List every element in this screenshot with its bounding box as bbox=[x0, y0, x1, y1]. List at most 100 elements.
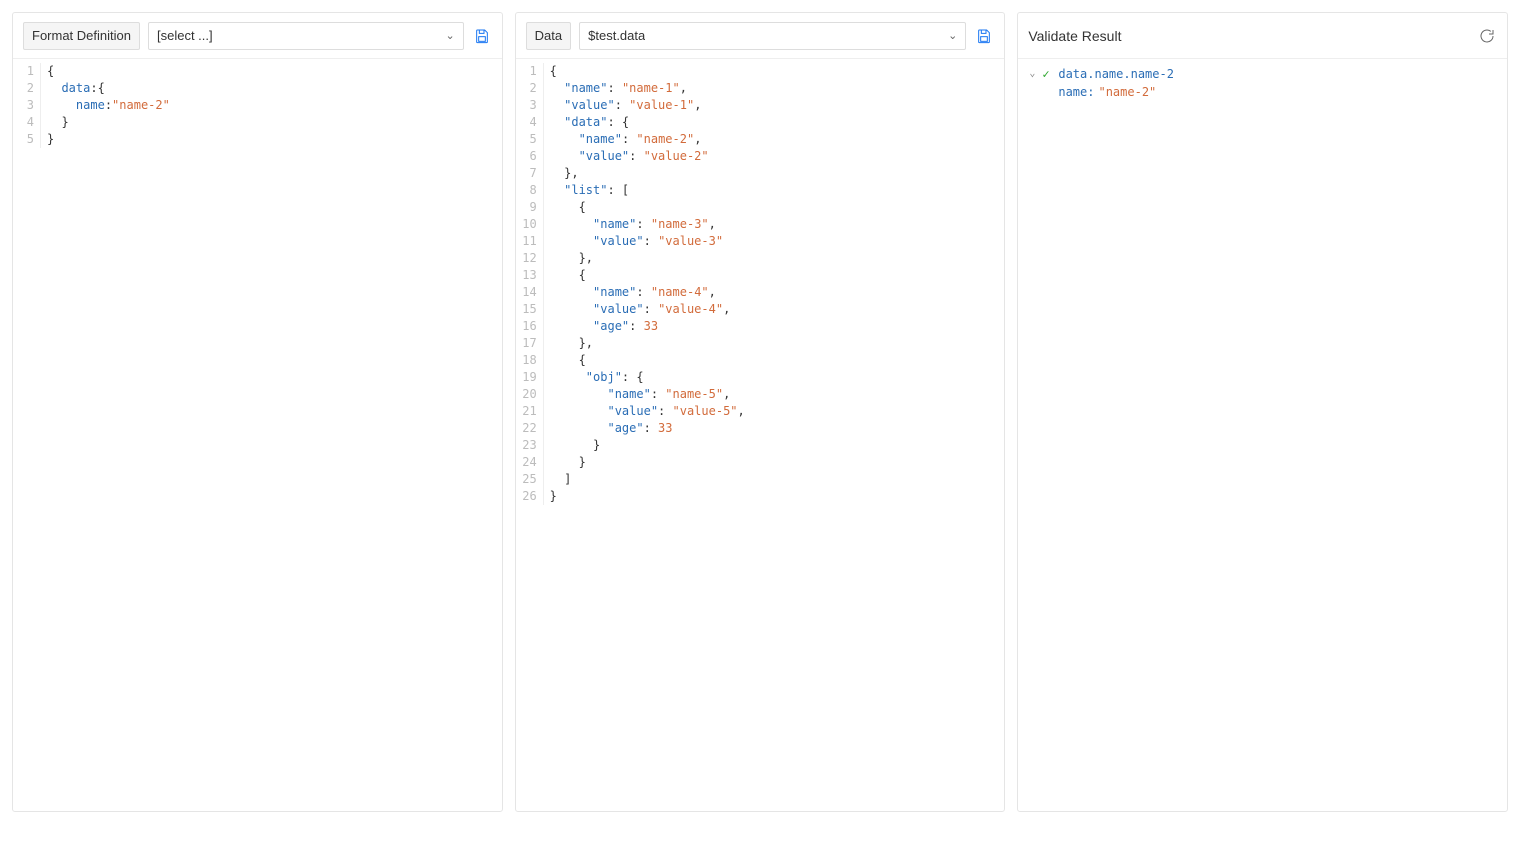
line-number: 8 bbox=[516, 182, 544, 199]
result-item[interactable]: ⌄✓ data.name.name-2 bbox=[1026, 65, 1499, 83]
line-number: 2 bbox=[13, 80, 41, 97]
line-content: "age": 33 bbox=[544, 318, 658, 335]
code-line[interactable]: 12 }, bbox=[516, 250, 1005, 267]
chevron-down-icon[interactable]: ⌄ bbox=[1026, 66, 1038, 82]
format-definition-panel: Format Definition [select ...] ⌄ 1{2 dat… bbox=[12, 12, 503, 812]
line-number: 7 bbox=[516, 165, 544, 182]
result-detail-key: name: bbox=[1058, 84, 1094, 100]
line-content: "value": "value-1", bbox=[544, 97, 702, 114]
line-number: 13 bbox=[516, 267, 544, 284]
code-line[interactable]: 5 "name": "name-2", bbox=[516, 131, 1005, 148]
line-content: } bbox=[41, 114, 69, 131]
data-select-text: $test.data bbox=[588, 28, 645, 43]
line-number: 5 bbox=[13, 131, 41, 148]
line-number: 21 bbox=[516, 403, 544, 420]
code-line[interactable]: 21 "value": "value-5", bbox=[516, 403, 1005, 420]
code-line[interactable]: 7 }, bbox=[516, 165, 1005, 182]
result-path: data.name.name-2 bbox=[1058, 66, 1174, 82]
line-number: 5 bbox=[516, 131, 544, 148]
format-editor[interactable]: 1{2 data:{3 name:"name-2"4 }5} bbox=[13, 59, 502, 811]
line-content: } bbox=[41, 131, 54, 148]
line-content: { bbox=[544, 267, 586, 284]
code-line[interactable]: 23 } bbox=[516, 437, 1005, 454]
data-select[interactable]: $test.data ⌄ bbox=[579, 22, 966, 50]
code-line[interactable]: 2 "name": "name-1", bbox=[516, 80, 1005, 97]
line-content: ] bbox=[544, 471, 572, 488]
code-line[interactable]: 4 "data": { bbox=[516, 114, 1005, 131]
sync-icon bbox=[1479, 28, 1495, 44]
line-number: 24 bbox=[516, 454, 544, 471]
code-line[interactable]: 3 "value": "value-1", bbox=[516, 97, 1005, 114]
code-line[interactable]: 16 "age": 33 bbox=[516, 318, 1005, 335]
line-content: "value": "value-4", bbox=[544, 301, 731, 318]
code-line[interactable]: 25 ] bbox=[516, 471, 1005, 488]
code-line[interactable]: 2 data:{ bbox=[13, 80, 502, 97]
line-number: 17 bbox=[516, 335, 544, 352]
code-line[interactable]: 11 "value": "value-3" bbox=[516, 233, 1005, 250]
code-line[interactable]: 1{ bbox=[516, 63, 1005, 80]
save-icon bbox=[976, 28, 992, 44]
code-line[interactable]: 3 name:"name-2" bbox=[13, 97, 502, 114]
line-number: 1 bbox=[13, 63, 41, 80]
code-line[interactable]: 13 { bbox=[516, 267, 1005, 284]
line-content: "age": 33 bbox=[544, 420, 673, 437]
result-detail: name: "name-2" bbox=[1026, 83, 1499, 101]
line-number: 3 bbox=[13, 97, 41, 114]
check-icon: ✓ bbox=[1042, 66, 1054, 82]
code-line[interactable]: 18 { bbox=[516, 352, 1005, 369]
code-line[interactable]: 14 "name": "name-4", bbox=[516, 284, 1005, 301]
line-content: "list": [ bbox=[544, 182, 630, 199]
line-number: 1 bbox=[516, 63, 544, 80]
save-icon bbox=[474, 28, 490, 44]
line-content: data:{ bbox=[41, 80, 105, 97]
result-panel-header: Validate Result bbox=[1018, 13, 1507, 59]
code-line[interactable]: 24 } bbox=[516, 454, 1005, 471]
line-content: "value": "value-3" bbox=[544, 233, 723, 250]
code-line[interactable]: 9 { bbox=[516, 199, 1005, 216]
line-content: "data": { bbox=[544, 114, 630, 131]
line-number: 25 bbox=[516, 471, 544, 488]
line-number: 9 bbox=[516, 199, 544, 216]
save-format-button[interactable] bbox=[472, 26, 492, 46]
line-number: 6 bbox=[516, 148, 544, 165]
line-content: { bbox=[544, 63, 557, 80]
format-select-text: [select ...] bbox=[157, 28, 213, 43]
result-detail-value: "name-2" bbox=[1098, 84, 1156, 100]
code-line[interactable]: 22 "age": 33 bbox=[516, 420, 1005, 437]
code-line[interactable]: 15 "value": "value-4", bbox=[516, 301, 1005, 318]
sync-button[interactable] bbox=[1477, 26, 1497, 46]
data-editor[interactable]: 1{2 "name": "name-1",3 "value": "value-1… bbox=[516, 59, 1005, 811]
code-line[interactable]: 26} bbox=[516, 488, 1005, 505]
code-line[interactable]: 19 "obj": { bbox=[516, 369, 1005, 386]
line-number: 19 bbox=[516, 369, 544, 386]
line-number: 10 bbox=[516, 216, 544, 233]
line-content: }, bbox=[544, 335, 593, 352]
code-line[interactable]: 17 }, bbox=[516, 335, 1005, 352]
code-line[interactable]: 5} bbox=[13, 131, 502, 148]
code-line[interactable]: 1{ bbox=[13, 63, 502, 80]
line-number: 22 bbox=[516, 420, 544, 437]
line-content: "name": "name-5", bbox=[544, 386, 731, 403]
data-label: Data bbox=[526, 22, 571, 50]
chevron-down-icon: ⌄ bbox=[948, 29, 957, 42]
line-number: 16 bbox=[516, 318, 544, 335]
line-number: 23 bbox=[516, 437, 544, 454]
save-data-button[interactable] bbox=[974, 26, 994, 46]
line-number: 4 bbox=[13, 114, 41, 131]
code-line[interactable]: 4 } bbox=[13, 114, 502, 131]
line-content: { bbox=[544, 352, 586, 369]
code-line[interactable]: 6 "value": "value-2" bbox=[516, 148, 1005, 165]
line-number: 15 bbox=[516, 301, 544, 318]
format-select[interactable]: [select ...] ⌄ bbox=[148, 22, 464, 50]
code-line[interactable]: 10 "name": "name-3", bbox=[516, 216, 1005, 233]
line-content: "name": "name-4", bbox=[544, 284, 716, 301]
line-number: 3 bbox=[516, 97, 544, 114]
code-line[interactable]: 20 "name": "name-5", bbox=[516, 386, 1005, 403]
line-number: 18 bbox=[516, 352, 544, 369]
validate-result-panel: Validate Result ⌄✓ data.name.name-2name:… bbox=[1017, 12, 1508, 812]
line-number: 26 bbox=[516, 488, 544, 505]
line-number: 14 bbox=[516, 284, 544, 301]
code-line[interactable]: 8 "list": [ bbox=[516, 182, 1005, 199]
line-content: "name": "name-1", bbox=[544, 80, 687, 97]
line-content: } bbox=[544, 488, 557, 505]
